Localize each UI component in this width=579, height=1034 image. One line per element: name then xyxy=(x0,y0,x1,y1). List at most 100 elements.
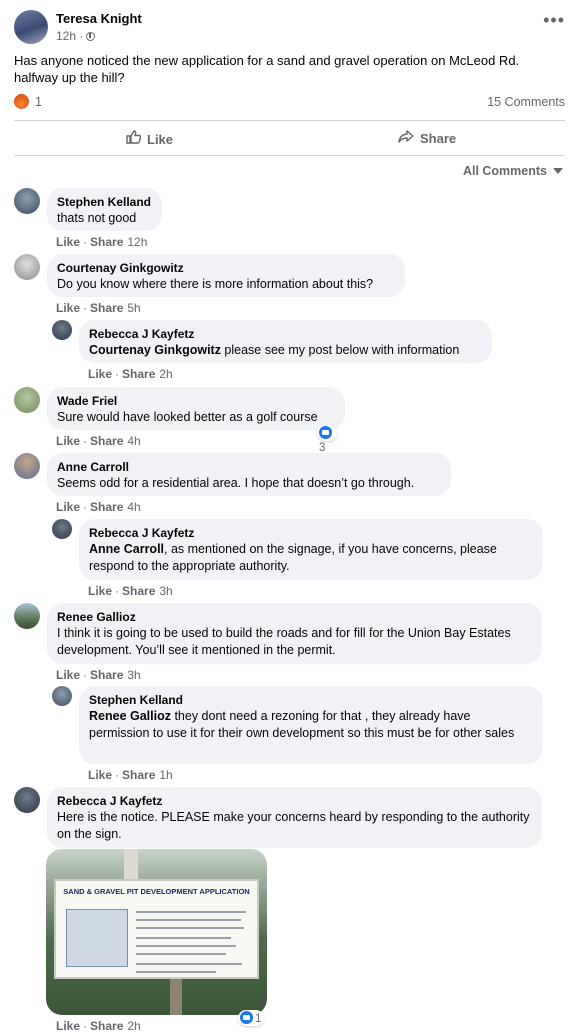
caret-down-icon xyxy=(553,168,563,174)
comments-count[interactable]: 15 Comments xyxy=(487,95,565,109)
comment-like-button[interactable]: Like xyxy=(56,500,80,514)
commenter-avatar[interactable] xyxy=(14,254,40,280)
comment-bubble: Renee Gallioz I think it is going to be … xyxy=(47,603,542,664)
comment-like-button[interactable]: Like xyxy=(56,301,80,315)
comment-photo[interactable]: SAND & GRAVEL PIT DEVELOPMENT APPLICATIO… xyxy=(46,849,267,1015)
commenter-avatar[interactable] xyxy=(14,787,40,813)
comment-time[interactable]: 1h xyxy=(159,768,172,782)
comment-share-button[interactable]: Share xyxy=(90,500,123,514)
comment-like-button[interactable]: Like xyxy=(56,235,80,249)
commenter-avatar[interactable] xyxy=(14,387,40,413)
sort-label: All Comments xyxy=(462,164,547,178)
comment-text: Sure would have looked better as a golf … xyxy=(57,410,318,424)
comment-actions: Like · Share 1h xyxy=(88,768,173,782)
commenter-avatar[interactable] xyxy=(52,686,72,706)
sign-board: SAND & GRAVEL PIT DEVELOPMENT APPLICATIO… xyxy=(54,879,259,979)
comment-text: Do you know where there is more informat… xyxy=(57,277,374,291)
comment-actions: Like · Share 2h xyxy=(88,367,173,381)
commenter-name[interactable]: Courtenay Ginkgowitz xyxy=(57,260,395,276)
comment-time[interactable]: 4h xyxy=(127,500,140,514)
comment-time[interactable]: 12h xyxy=(127,235,147,249)
post-time[interactable]: 12h · xyxy=(56,29,83,43)
like-reaction-icon xyxy=(240,1011,253,1024)
thumbs-up-icon xyxy=(126,130,142,147)
comment-reaction-badge[interactable]: 1 xyxy=(238,1010,265,1026)
commenter-name[interactable]: Stephen Kelland xyxy=(57,194,152,210)
comment-text: Anne Carroll, as mentioned on the signag… xyxy=(89,542,497,573)
commenter-name[interactable]: Rebecca J Kayfetz xyxy=(89,326,482,342)
commenter-name[interactable]: Anne Carroll xyxy=(57,459,441,475)
mention-link[interactable]: Renee Gallioz xyxy=(89,709,171,723)
comment-text: thats not good xyxy=(57,211,137,225)
comment-like-button[interactable]: Like xyxy=(88,768,112,782)
globe-icon xyxy=(86,32,96,41)
comment-like-button[interactable]: Like xyxy=(56,668,80,682)
post-header: Teresa Knight 12h · ••• xyxy=(14,10,565,46)
divider xyxy=(14,155,565,156)
sign-post xyxy=(124,849,138,879)
comment-time[interactable]: 2h xyxy=(127,1019,140,1033)
comment-share-button[interactable]: Share xyxy=(122,768,155,782)
comment-actions: Like · Share 5h xyxy=(56,301,141,315)
commenter-avatar[interactable] xyxy=(52,519,72,539)
comment-like-button[interactable]: Like xyxy=(56,434,80,448)
author-name[interactable]: Teresa Knight xyxy=(56,11,142,26)
reaction-summary[interactable]: 1 xyxy=(14,94,42,110)
author-avatar[interactable] xyxy=(14,10,48,44)
comment-like-button[interactable]: Like xyxy=(56,1019,80,1033)
commenter-name[interactable]: Rebecca J Kayfetz xyxy=(57,793,532,809)
comment-bubble: Rebecca J Kayfetz Courtenay Ginkgowitz p… xyxy=(79,320,492,363)
comment-time[interactable]: 2h xyxy=(159,367,172,381)
mention-link[interactable]: Courtenay Ginkgowitz xyxy=(89,343,221,357)
post-text: Has anyone noticed the new application f… xyxy=(14,53,520,85)
commenter-name[interactable]: Stephen Kelland xyxy=(89,692,533,708)
divider xyxy=(14,120,565,121)
comment-actions: Like · Share 3h xyxy=(88,584,173,598)
comment-share-button[interactable]: Share xyxy=(90,668,123,682)
share-icon xyxy=(398,130,414,146)
comment-bubble: Wade Friel Sure would have looked better… xyxy=(47,387,345,430)
comment-bubble: Courtenay Ginkgowitz Do you know where t… xyxy=(47,254,405,297)
comment-text: Courtenay Ginkgowitz please see my post … xyxy=(89,343,460,357)
comment-bubble: Rebecca J Kayfetz Here is the notice. PL… xyxy=(47,787,542,848)
commenter-name[interactable]: Renee Gallioz xyxy=(57,609,532,625)
comment-share-button[interactable]: Share xyxy=(122,367,155,381)
like-reaction-icon xyxy=(319,426,332,439)
like-button-label: Like xyxy=(147,132,174,147)
comment-share-button[interactable]: Share xyxy=(90,235,123,249)
comment-bubble: Stephen Kelland Renee Gallioz they dont … xyxy=(79,686,543,764)
like-button[interactable]: Like xyxy=(126,130,173,147)
mention-link[interactable]: Anne Carroll xyxy=(89,542,164,556)
comment-bubble: Stephen Kelland thats not good xyxy=(47,188,162,231)
comment-time[interactable]: 3h xyxy=(159,584,172,598)
comment-share-button[interactable]: Share xyxy=(90,1019,123,1033)
comment-share-button[interactable]: Share xyxy=(122,584,155,598)
comment-actions: Like · Share 4h xyxy=(56,500,141,514)
comment-bubble: Anne Carroll Seems odd for a residential… xyxy=(47,453,451,496)
comment-actions: Like · Share 3h xyxy=(56,668,141,682)
commenter-avatar[interactable] xyxy=(14,603,40,629)
comment-reaction-badge[interactable]: 3 xyxy=(317,425,337,454)
share-button[interactable]: Share xyxy=(398,130,456,146)
commenter-name[interactable]: Wade Friel xyxy=(57,393,335,409)
commenter-avatar[interactable] xyxy=(14,453,40,479)
commenter-name[interactable]: Rebecca J Kayfetz xyxy=(89,525,533,541)
commenter-avatar[interactable] xyxy=(14,188,40,214)
comment-share-button[interactable]: Share xyxy=(90,301,123,315)
comment-like-button[interactable]: Like xyxy=(88,367,112,381)
sign-title: SAND & GRAVEL PIT DEVELOPMENT APPLICATIO… xyxy=(63,887,250,896)
commenter-avatar[interactable] xyxy=(52,320,72,340)
comment-time[interactable]: 4h xyxy=(127,434,140,448)
comment-text: Renee Gallioz they dont need a rezoning … xyxy=(89,709,515,740)
comment-text: I think it is going to be used to build … xyxy=(57,626,511,657)
comment-share-button[interactable]: Share xyxy=(90,434,123,448)
comment-like-button[interactable]: Like xyxy=(88,584,112,598)
reaction-count: 1 xyxy=(35,95,42,109)
angry-reaction-icon xyxy=(14,94,29,109)
comment-bubble: Rebecca J Kayfetz Anne Carroll, as menti… xyxy=(79,519,543,580)
sign-post xyxy=(170,979,182,1015)
comment-time[interactable]: 5h xyxy=(127,301,140,315)
more-options-icon[interactable]: ••• xyxy=(543,11,565,29)
comment-sort-dropdown[interactable]: All Comments xyxy=(463,164,563,178)
comment-time[interactable]: 3h xyxy=(127,668,140,682)
